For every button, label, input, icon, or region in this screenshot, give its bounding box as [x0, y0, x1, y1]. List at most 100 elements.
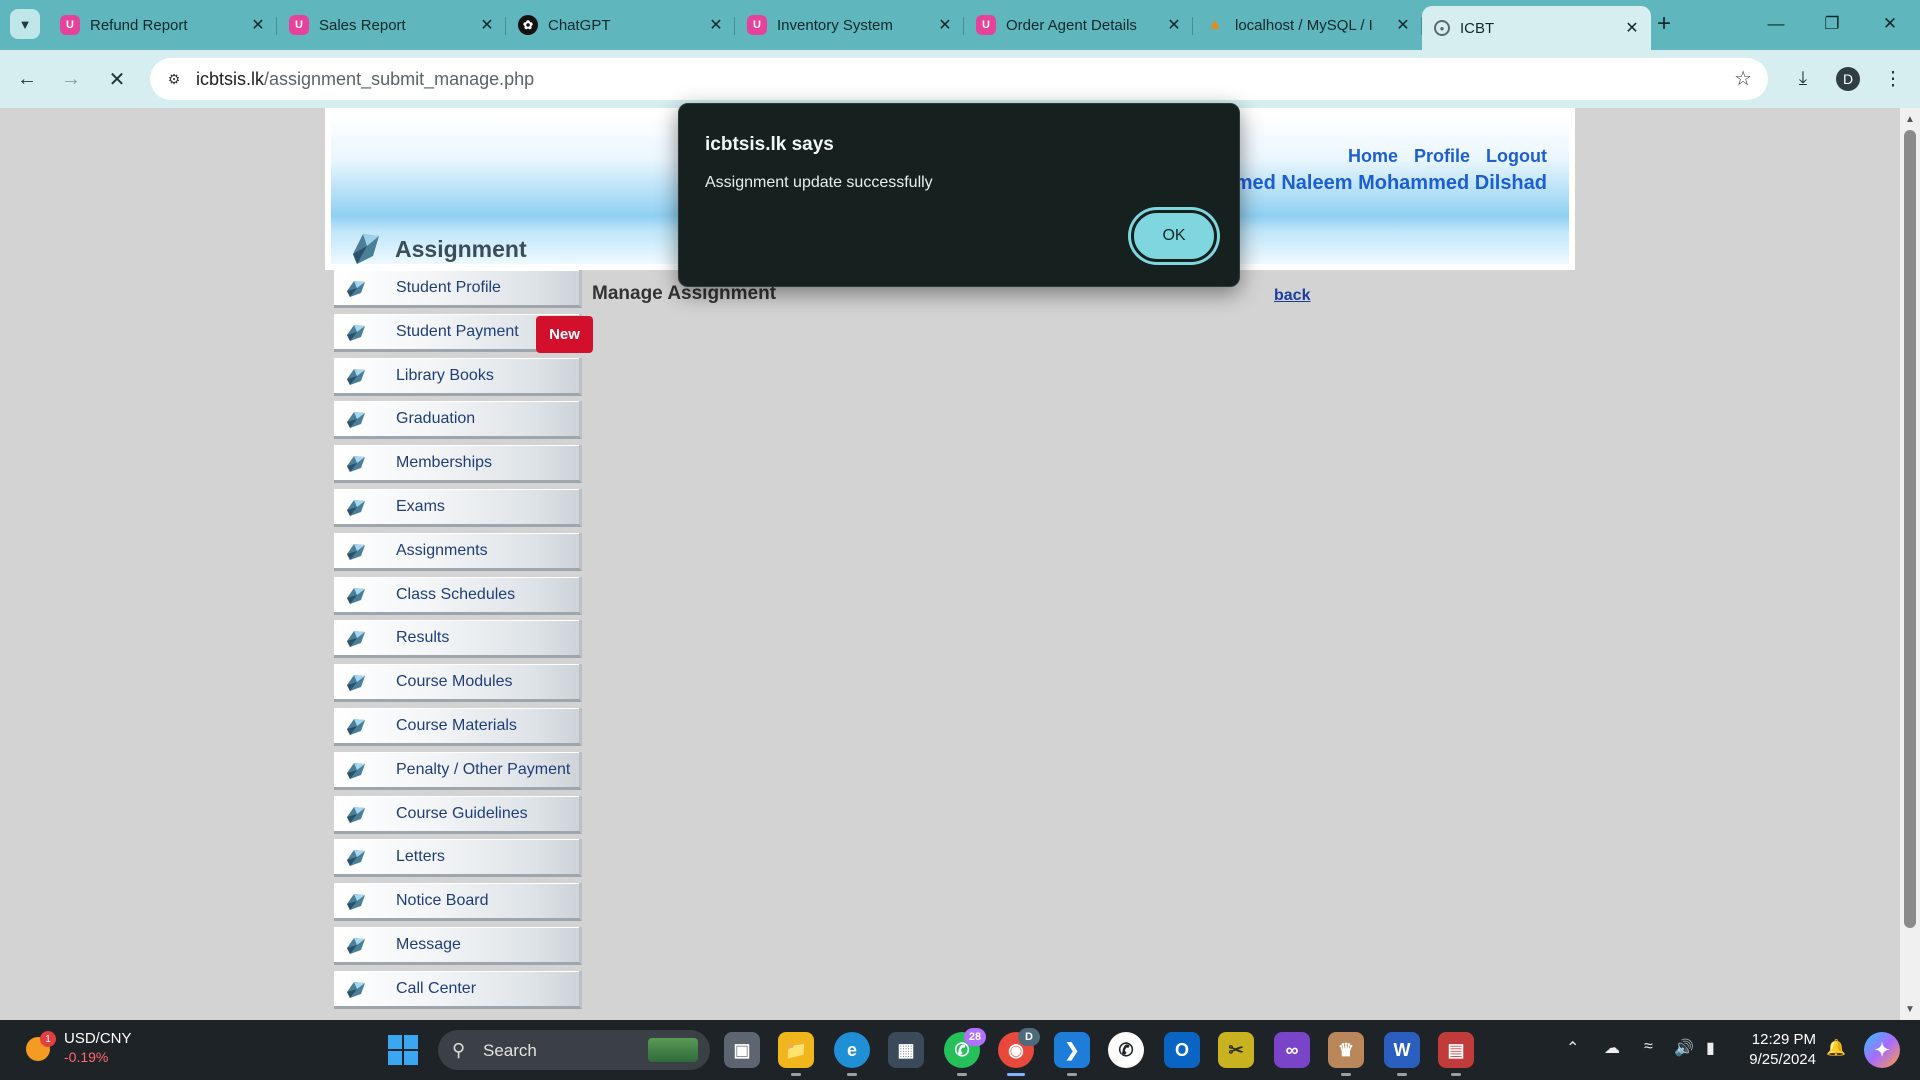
close-icon[interactable]: ✕ [249, 15, 267, 35]
new-tab-button[interactable]: + [1650, 10, 1678, 38]
sidebar-item-graduation[interactable]: Graduation [334, 401, 582, 440]
sidebar-item-label[interactable]: Library Books [396, 367, 494, 385]
close-icon[interactable]: ✕ [707, 15, 725, 35]
tab-chatgpt[interactable]: ✿ ChatGPT ✕ [506, 6, 735, 44]
edge-icon[interactable]: e [834, 1032, 870, 1076]
logout-link[interactable]: Logout [1486, 146, 1547, 167]
header-links: Home Profile Logout [1348, 146, 1547, 167]
downloads-button[interactable]: ⤓ [1788, 64, 1818, 94]
tab-phpmyadmin[interactable]: ▲ localhost / MySQL / I ✕ [1193, 6, 1422, 44]
address-bar[interactable]: ⚙ icbtsis.lk/assignment_submit_manage.ph… [150, 58, 1768, 100]
forward-button[interactable]: → [56, 64, 86, 94]
site-info-icon[interactable]: ⚙ [162, 67, 186, 91]
sidebar-item-exams[interactable]: Exams [334, 488, 582, 527]
outlook-icon[interactable]: O [1164, 1032, 1200, 1068]
sidebar-item-label[interactable]: Penalty / Other Payment [396, 761, 570, 779]
sidebar-item-course-materials[interactable]: Course Materials [334, 707, 582, 746]
bookmark-star-icon[interactable]: ☆ [1734, 66, 1752, 91]
sidebar-item-label[interactable]: Course Materials [396, 717, 517, 735]
sidebar-item-memberships[interactable]: Memberships [334, 445, 582, 484]
sidebar-item-message[interactable]: Message [334, 926, 582, 965]
scroll-down-icon[interactable]: ▼ [1900, 1000, 1920, 1018]
tab-refund-report[interactable]: U Refund Report ✕ [48, 6, 277, 44]
sidebar-item-notice-board[interactable]: Notice Board [334, 883, 582, 922]
sidebar-item-label[interactable]: Results [396, 629, 449, 647]
profile-avatar[interactable]: D [1836, 67, 1860, 91]
sidebar-item-label[interactable]: Assignments [396, 542, 488, 560]
home-link[interactable]: Home [1348, 146, 1398, 167]
store-icon[interactable]: ▦ [888, 1032, 924, 1068]
sidebar-item-course-modules[interactable]: Course Modules [334, 664, 582, 703]
restore-button[interactable]: ❐ [1812, 8, 1852, 40]
close-window-button[interactable]: ✕ [1870, 8, 1910, 40]
search-label: Search [483, 1041, 537, 1060]
chevron-up-icon[interactable]: ⌃ [1566, 1038, 1579, 1058]
ok-button[interactable]: OK [1131, 210, 1217, 262]
volume-icon[interactable]: 🔊 [1674, 1038, 1694, 1058]
browser-menu-button[interactable]: ⋮ [1878, 64, 1908, 94]
media-app-icon[interactable]: ♛ [1328, 1032, 1364, 1076]
widgets-ticker[interactable]: 1 USD/CNY -0.19% [22, 1029, 132, 1067]
chrome-icon[interactable]: ◉ D [998, 1028, 1040, 1076]
search-highlight-image [648, 1038, 698, 1062]
sidebar-item-letters[interactable]: Letters [334, 839, 582, 878]
sidebar-item-label[interactable]: Course Guidelines [396, 805, 528, 823]
tab-sales-report[interactable]: U Sales Report ✕ [277, 6, 506, 44]
back-button[interactable]: ← [12, 64, 42, 94]
sidebar-item-label[interactable]: Course Modules [396, 673, 513, 691]
sidebar-item-label[interactable]: Exams [396, 498, 445, 516]
sidebar-item-results[interactable]: Results [334, 620, 582, 659]
file-explorer-icon[interactable]: 📁 [778, 1032, 814, 1076]
task-view-icon[interactable]: ▣ [724, 1032, 760, 1068]
close-icon[interactable]: ✕ [936, 15, 954, 35]
sidebar-item-library-books[interactable]: Library Books [334, 357, 582, 396]
close-icon[interactable]: ✕ [1623, 18, 1641, 38]
sidebar-item-label[interactable]: Letters [396, 848, 445, 866]
close-icon[interactable]: ✕ [1165, 15, 1183, 35]
start-button[interactable] [388, 1035, 418, 1065]
copilot-icon[interactable]: ✦ [1864, 1032, 1900, 1068]
whatsapp-desktop-icon[interactable]: ✆ [1108, 1032, 1144, 1068]
sidebar-item-label[interactable]: Call Center [396, 980, 476, 998]
profile-link[interactable]: Profile [1414, 146, 1470, 167]
sidebar-item-class-schedules[interactable]: Class Schedules [334, 576, 582, 615]
wifi-icon[interactable]: ≈ [1644, 1038, 1653, 1056]
snipping-tool-icon[interactable]: ✂ [1218, 1032, 1254, 1068]
sidebar-item-call-center[interactable]: Call Center [334, 970, 582, 1009]
sidebar-item-label[interactable]: Memberships [396, 454, 492, 472]
close-icon[interactable]: ✕ [1394, 15, 1412, 35]
sidebar-item-label[interactable]: Graduation [396, 410, 475, 428]
tab-order-agent-details[interactable]: U Order Agent Details ✕ [964, 6, 1193, 44]
sidebar-item-course-guidelines[interactable]: Course Guidelines [334, 795, 582, 834]
stop-loading-button[interactable]: ✕ [102, 64, 132, 94]
whatsapp-icon[interactable]: ✆ 28 [944, 1028, 986, 1076]
word-icon[interactable]: W [1384, 1032, 1420, 1076]
system-clock[interactable]: 12:29 PM 9/25/2024 [1748, 1030, 1816, 1070]
sidebar-item-student-profile[interactable]: Student Profile [334, 270, 582, 308]
tab-icbt[interactable]: ● ICBT ✕ [1422, 6, 1651, 50]
bell-icon[interactable]: 🔔 [1826, 1038, 1846, 1058]
sidebar-item-label[interactable]: Class Schedules [396, 586, 515, 604]
scroll-thumb[interactable] [1904, 130, 1916, 928]
visual-studio-icon[interactable]: ∞ [1274, 1032, 1310, 1068]
dialog-title: icbtsis.lk says [705, 134, 834, 155]
sidebar-item-label[interactable]: Student Payment [396, 323, 519, 341]
sidebar-item-label[interactable]: Student Profile [396, 279, 501, 297]
page-scrollbar[interactable]: ▲ ▼ [1900, 108, 1920, 1020]
sidebar-item-label[interactable]: Message [396, 936, 461, 954]
sidebar-item-label[interactable]: Notice Board [396, 892, 489, 910]
winrar-icon[interactable]: ▤ [1438, 1032, 1474, 1076]
cloud-offline-icon[interactable]: ☁ [1604, 1038, 1620, 1058]
scroll-up-icon[interactable]: ▲ [1900, 110, 1920, 128]
minimize-button[interactable]: — [1756, 8, 1796, 40]
sidebar-item-assignments[interactable]: Assignments [334, 532, 582, 571]
taskbar-search[interactable]: ⚲ Search [438, 1030, 710, 1070]
vscode-icon[interactable]: ❯ [1054, 1032, 1090, 1076]
back-link[interactable]: back [1274, 287, 1310, 305]
tab-search-button[interactable]: ▼ [10, 9, 40, 39]
battery-icon[interactable]: ▮ [1706, 1038, 1715, 1058]
close-icon[interactable]: ✕ [478, 15, 496, 35]
tab-inventory-system[interactable]: U Inventory System ✕ [735, 6, 964, 44]
sidebar-item-penalty-other-payment[interactable]: Penalty / Other Payment [334, 751, 582, 790]
minimize-icon: — [1767, 14, 1785, 33]
